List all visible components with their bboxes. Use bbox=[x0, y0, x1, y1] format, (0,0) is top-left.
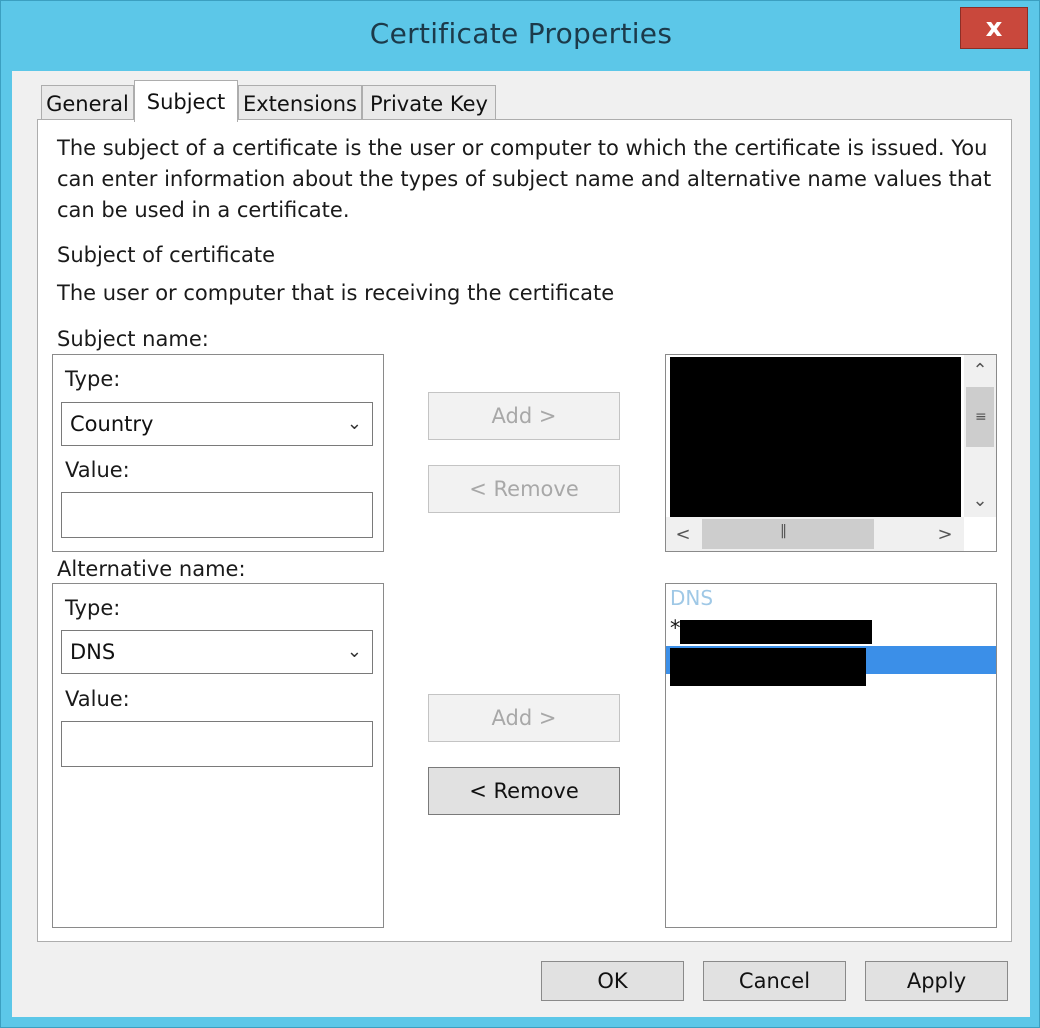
scrollbar-thumb[interactable]: ‖ bbox=[702, 519, 874, 549]
list-item-prefix: * bbox=[670, 616, 681, 640]
description-line-2: can enter information about the types of… bbox=[57, 167, 992, 191]
chevron-down-icon: ⌄ bbox=[346, 641, 362, 662]
cancel-button[interactable]: Cancel bbox=[703, 961, 846, 1001]
button-label: OK bbox=[597, 969, 628, 993]
subject-remove-button[interactable]: < Remove bbox=[428, 465, 620, 513]
description-line-1: The subject of a certificate is the user… bbox=[57, 136, 988, 160]
chevron-down-icon[interactable]: ⌄ bbox=[964, 485, 996, 515]
button-label: Cancel bbox=[738, 969, 811, 993]
apply-button[interactable]: Apply bbox=[865, 961, 1008, 1001]
alternative-name-group: Type: DNS ⌄ Value: bbox=[52, 583, 384, 928]
tab-general[interactable]: General bbox=[41, 85, 134, 121]
list-header: DNS bbox=[670, 586, 714, 610]
subject-add-button[interactable]: Add > bbox=[428, 392, 620, 440]
alt-type-label: Type: bbox=[65, 596, 121, 620]
subject-type-select[interactable]: Country ⌄ bbox=[61, 402, 373, 446]
tab-subject[interactable]: Subject bbox=[134, 80, 238, 122]
redacted-content bbox=[670, 648, 866, 686]
button-label: < Remove bbox=[469, 779, 579, 803]
button-label: Add > bbox=[491, 706, 557, 730]
close-button[interactable]: x bbox=[960, 7, 1028, 49]
button-label: < Remove bbox=[469, 477, 579, 501]
subject-value-input[interactable] bbox=[61, 492, 373, 538]
subject-type-value: Country bbox=[70, 412, 154, 436]
redacted-content bbox=[670, 357, 961, 517]
button-label: Apply bbox=[906, 969, 967, 993]
subject-name-group: Type: Country ⌄ Value: bbox=[52, 354, 384, 552]
button-label: Add > bbox=[491, 404, 557, 428]
chevron-down-icon: ⌄ bbox=[346, 413, 362, 434]
section-title: Subject of certificate bbox=[57, 243, 276, 267]
tab-extensions[interactable]: Extensions bbox=[238, 85, 362, 121]
alternative-name-label: Alternative name: bbox=[57, 557, 246, 581]
subject-type-label: Type: bbox=[65, 367, 121, 391]
subject-tab-panel: The subject of a certificate is the user… bbox=[37, 119, 1012, 942]
dialog-client-area: General Subject Extensions Private Key T… bbox=[12, 71, 1030, 1017]
grip-icon: ‖ bbox=[780, 523, 787, 539]
list-item[interactable]: * bbox=[666, 616, 996, 644]
tab-label: General bbox=[46, 91, 129, 116]
window-title: Certificate Properties bbox=[369, 17, 673, 50]
chevron-up-icon[interactable]: ⌃ bbox=[964, 355, 996, 385]
scrollbar-thumb[interactable]: ≡ bbox=[966, 387, 994, 447]
alt-type-select[interactable]: DNS ⌄ bbox=[61, 630, 373, 674]
tab-label: Extensions bbox=[242, 91, 358, 116]
alt-remove-button[interactable]: < Remove bbox=[428, 767, 620, 815]
horizontal-scrollbar[interactable]: < ‖ > bbox=[666, 517, 964, 551]
tab-label: Private Key bbox=[370, 91, 488, 116]
certificate-properties-window: Certificate Properties x General Subject… bbox=[0, 0, 1040, 1028]
tab-private-key[interactable]: Private Key bbox=[362, 85, 496, 121]
vertical-scrollbar[interactable]: ⌃ ≡ ⌄ bbox=[964, 355, 996, 517]
ok-button[interactable]: OK bbox=[541, 961, 684, 1001]
alt-add-button[interactable]: Add > bbox=[428, 694, 620, 742]
redacted-content bbox=[680, 620, 872, 644]
chevron-right-icon[interactable]: > bbox=[928, 517, 962, 551]
subject-list[interactable]: ⌃ ≡ ⌄ < ‖ > bbox=[665, 354, 997, 552]
chevron-left-icon[interactable]: < bbox=[666, 517, 700, 551]
description-line-3: can be used in a certificate. bbox=[57, 198, 350, 222]
alt-value-label: Value: bbox=[65, 687, 130, 711]
subject-value-label: Value: bbox=[65, 458, 130, 482]
tab-label: Subject bbox=[146, 89, 226, 114]
alt-value-input[interactable] bbox=[61, 721, 373, 767]
list-item-selected[interactable] bbox=[666, 646, 996, 686]
alt-type-value: DNS bbox=[70, 640, 116, 664]
grip-icon: ≡ bbox=[975, 409, 987, 425]
close-icon: x bbox=[985, 13, 1003, 43]
subject-name-label: Subject name: bbox=[57, 327, 209, 351]
section-subtitle: The user or computer that is receiving t… bbox=[57, 281, 615, 305]
title-bar[interactable]: Certificate Properties x bbox=[1, 1, 1040, 71]
alternative-name-list[interactable]: DNS * bbox=[665, 583, 997, 928]
